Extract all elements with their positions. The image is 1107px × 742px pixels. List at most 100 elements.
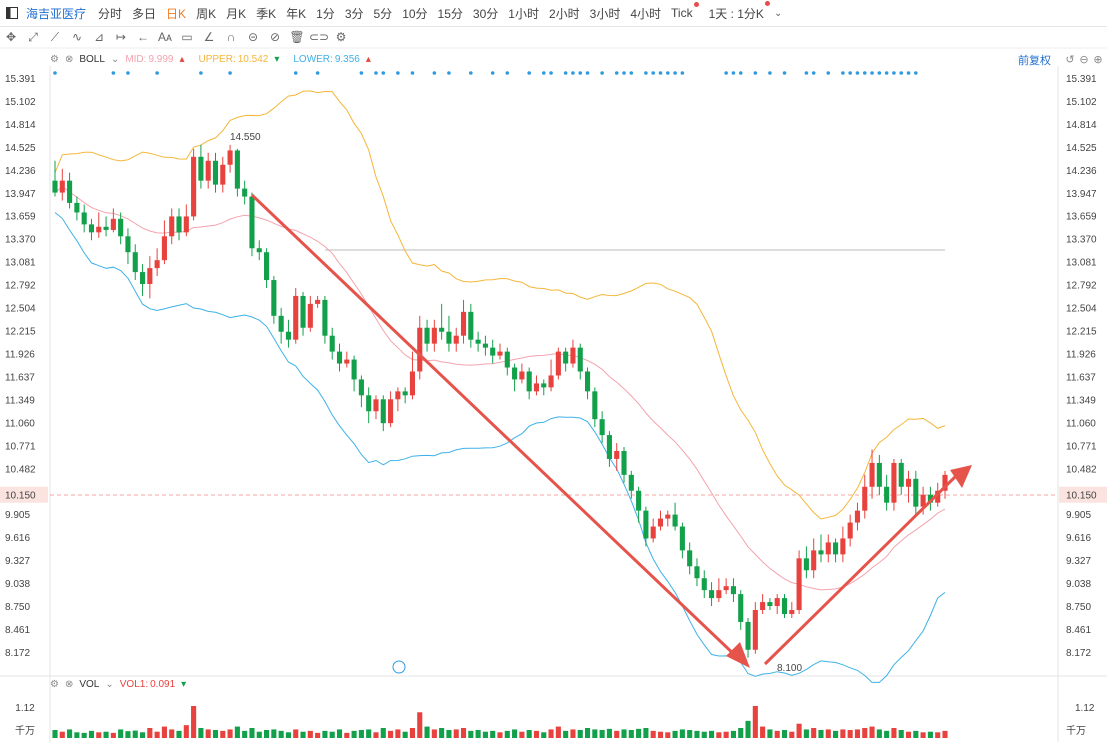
volume-bar — [781, 730, 788, 738]
volume-bar — [103, 731, 109, 738]
candle-body — [504, 351, 510, 368]
candle-body — [592, 391, 598, 420]
signal-dot — [804, 71, 809, 75]
signal-dot — [578, 71, 583, 75]
kline-chart[interactable]: 1.12 1.12 千万 千万 14.550 8.100 15.391 15.102 14.… — [0, 0, 1107, 742]
volume-bar — [409, 728, 416, 738]
volume-bar — [519, 731, 525, 738]
volume-bar — [351, 730, 357, 738]
candle-body — [242, 188, 248, 197]
signal-dot — [410, 71, 415, 75]
volume-bar — [920, 732, 926, 738]
volume-axis-max-right: 1.12 — [1075, 703, 1095, 714]
signal-dot — [469, 71, 473, 75]
candle-body — [482, 343, 488, 348]
candle-body — [183, 216, 189, 233]
y-tick-label-right: 11.926 — [1066, 350, 1096, 361]
candle-body — [366, 395, 372, 412]
volume-unit-right: 千万 — [1066, 725, 1086, 737]
candle-body — [52, 180, 58, 193]
y-tick-label-left: 10.771 — [5, 441, 36, 452]
signal-dot — [600, 71, 604, 75]
volume-bar — [504, 730, 510, 738]
candle-body — [789, 610, 795, 614]
signal-dot — [315, 71, 320, 75]
volume-bar — [541, 732, 547, 738]
candle-body — [351, 359, 357, 380]
candle-body — [905, 478, 912, 487]
signal-dot — [293, 71, 298, 75]
candle-body — [730, 586, 736, 595]
candle-body — [329, 335, 335, 352]
candle-body — [453, 335, 459, 344]
volume-bar — [833, 730, 839, 738]
candle-body — [315, 299, 321, 304]
candle-body — [796, 558, 802, 611]
y-tick-label-right: 10.150 — [1066, 491, 1097, 502]
candle-body — [694, 566, 700, 579]
y-tick-label-right: 14.525 — [1066, 143, 1097, 154]
y-tick-label-left: 9.905 — [5, 510, 30, 521]
y-tick-label-right: 9.038 — [1066, 579, 1091, 590]
candle-body — [555, 351, 561, 376]
candle-body — [380, 399, 386, 424]
candle-body — [88, 224, 95, 233]
signal-dot — [622, 71, 626, 75]
volume-bar — [227, 729, 233, 738]
signal-dot — [738, 71, 743, 75]
volume-bar — [730, 730, 736, 738]
boll-mid-line — [54, 185, 946, 591]
down-trend-arrow-line — [250, 193, 742, 662]
candle-body — [818, 550, 824, 555]
candle-body — [840, 538, 846, 555]
candle-body — [220, 164, 226, 185]
volume-bar — [760, 726, 766, 738]
candle-body — [424, 327, 430, 344]
candle-body — [264, 252, 270, 281]
volume-bar — [139, 732, 146, 738]
volume-bar — [154, 731, 160, 738]
volume-bar — [336, 729, 343, 738]
signal-dot — [841, 71, 845, 75]
signal-dot — [396, 71, 400, 75]
volume-bar — [212, 730, 219, 738]
signal-dot — [571, 71, 575, 75]
candle-body — [643, 510, 649, 539]
signal-dot — [658, 71, 663, 75]
candle-body — [388, 399, 394, 424]
volume-bar — [942, 730, 948, 738]
signal-dot — [563, 71, 568, 75]
volume-bar — [468, 730, 474, 738]
candle-body — [409, 371, 416, 396]
volume-bar — [847, 730, 853, 738]
volume-bar — [475, 730, 481, 738]
y-tick-label-left: 8.172 — [5, 648, 30, 659]
signal-dot — [870, 71, 874, 75]
y-tick-label-right: 9.327 — [1066, 556, 1091, 567]
volume-bar — [431, 729, 437, 738]
candle-body — [161, 236, 167, 261]
candle-body — [738, 594, 744, 622]
candle-body — [884, 486, 890, 503]
volume-bar — [905, 731, 912, 738]
candle-body — [431, 327, 437, 344]
candle-body — [869, 462, 875, 487]
volume-bar — [169, 729, 175, 738]
candle-body — [271, 280, 277, 316]
y-tick-label-right: 9.905 — [1066, 510, 1091, 521]
volume-bar — [300, 731, 306, 738]
candle-body — [825, 542, 831, 555]
signal-dot — [680, 71, 685, 75]
candle-body — [847, 522, 853, 539]
volume-bar — [329, 731, 335, 738]
volume-bar — [176, 730, 182, 738]
volume-bar — [840, 729, 846, 738]
signal-dot — [906, 71, 911, 75]
signal-dot — [126, 71, 130, 75]
candle-body — [657, 518, 664, 527]
candle-body — [446, 331, 452, 344]
candle-body — [687, 550, 693, 567]
volume-bar — [570, 729, 576, 738]
candle-body — [774, 598, 780, 607]
volume-bar — [205, 729, 211, 738]
